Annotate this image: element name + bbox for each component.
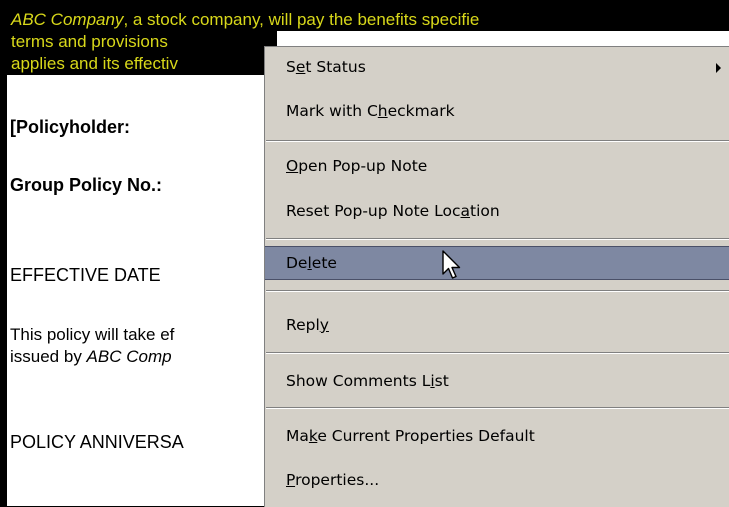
menu-item-set-status[interactable]: Set Status — [265, 51, 729, 85]
menu-label-make-current-properties-default: Make Current Properties Default — [286, 427, 535, 445]
menu-label-reset-popup-note-location: Reset Pop-up Note Location — [286, 202, 500, 220]
highlight-text-2: terms and provisions — [11, 32, 168, 51]
menu-label-properties: Properties... — [286, 471, 380, 489]
highlight-text-3: applies and its effectiv — [11, 54, 178, 73]
policyholder-label: [Policyholder: — [10, 117, 131, 137]
highlight-line-2[interactable]: terms and provisions — [7, 31, 277, 53]
paragraph-line-2-prefix: issued by — [10, 347, 87, 366]
menu-item-delete[interactable]: Delete — [265, 246, 729, 280]
menu-item-reset-popup-note-location[interactable]: Reset Pop-up Note Location — [265, 195, 729, 229]
highlight-line-1[interactable]: ABC Company, a stock company, will pay t… — [7, 9, 729, 31]
menu-label-show-comments-list: Show Comments List — [286, 372, 449, 390]
menu-item-show-comments-list[interactable]: Show Comments List — [265, 365, 729, 399]
context-menu: Set Status Mark with Checkmark Open Pop-… — [264, 46, 729, 507]
anniversary-heading: POLICY ANNIVERSA — [10, 432, 184, 452]
company-name: ABC Company — [11, 10, 124, 29]
menu-item-properties[interactable]: Properties... — [265, 464, 729, 498]
menu-separator — [266, 407, 729, 409]
effective-date-heading: EFFECTIVE DATE — [10, 265, 161, 285]
menu-label-mark-with-checkmark: Mark with Checkmark — [286, 102, 455, 120]
menu-separator — [266, 140, 729, 142]
menu-item-make-current-properties-default[interactable]: Make Current Properties Default — [265, 420, 729, 454]
menu-item-mark-with-checkmark[interactable]: Mark with Checkmark — [265, 95, 729, 129]
menu-label-delete: Delete — [286, 254, 337, 272]
menu-item-open-popup-note[interactable]: Open Pop-up Note — [265, 150, 729, 184]
menu-separator — [266, 290, 729, 292]
highlight-line-3[interactable]: applies and its effectiv — [7, 53, 277, 75]
mouse-pointer-icon — [442, 250, 461, 279]
paragraph-company-name: ABC Comp — [86, 347, 172, 366]
submenu-arrow-icon — [716, 63, 721, 73]
menu-label-open-popup-note: Open Pop-up Note — [286, 157, 428, 175]
paragraph-line-1: This policy will take ef — [10, 325, 175, 344]
highlight-text-1: , a stock company, will pay the benefits… — [123, 10, 480, 29]
menu-label-set-status: Set Status — [286, 58, 366, 76]
menu-separator — [266, 352, 729, 354]
group-policy-label: Group Policy No.: — [10, 175, 163, 195]
menu-label-reply: Reply — [286, 316, 329, 334]
paragraph-line-2: issued by ABC Comp — [10, 347, 172, 367]
menu-separator — [266, 238, 729, 240]
menu-item-reply[interactable]: Reply — [265, 309, 729, 343]
